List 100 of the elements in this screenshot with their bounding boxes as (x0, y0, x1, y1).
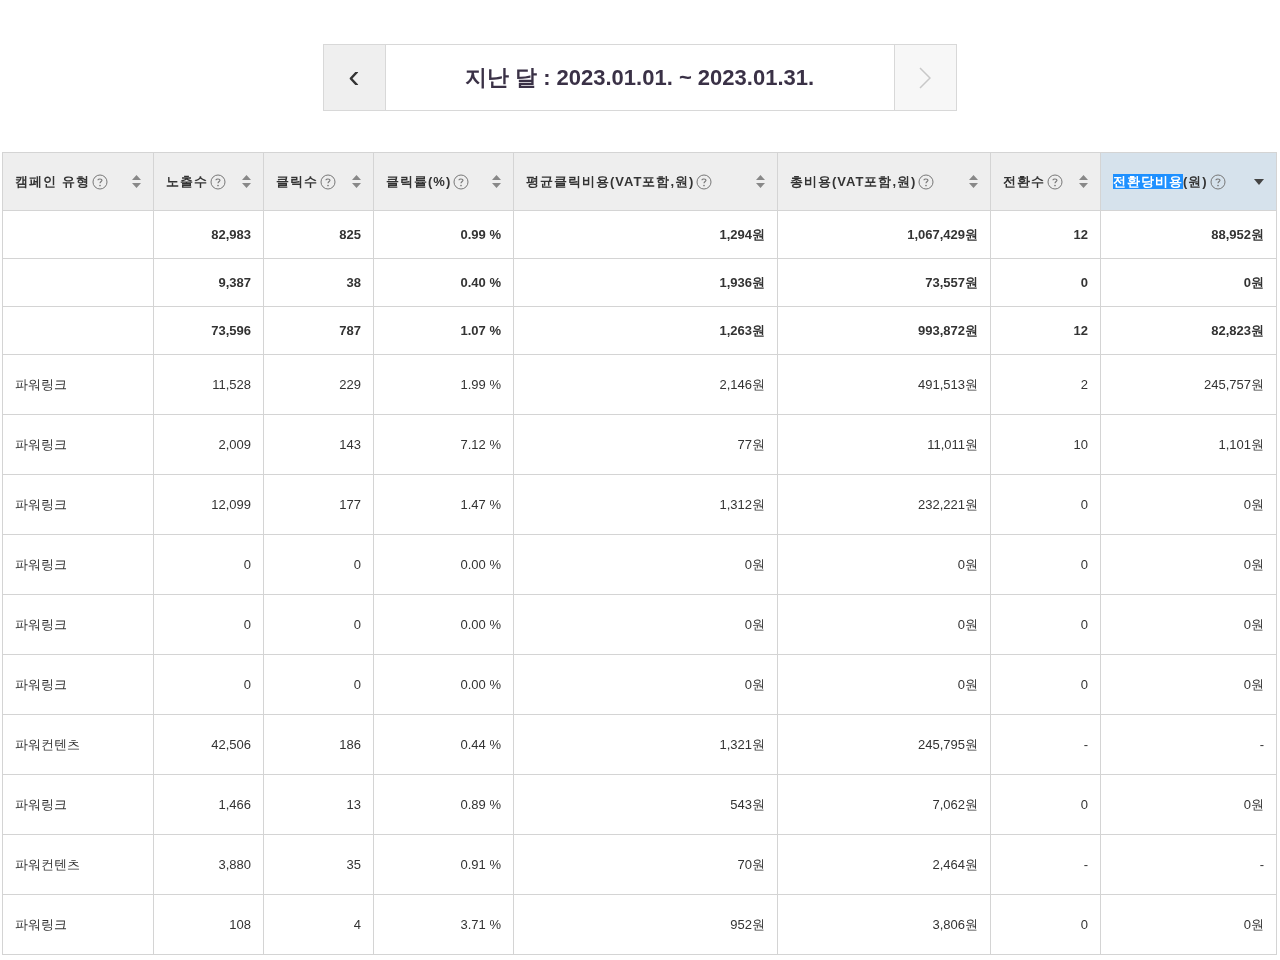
table-cell: 787 (339, 322, 361, 338)
table-cell: 1,312원 (719, 496, 765, 512)
table-cell: 9,387 (218, 274, 251, 290)
table-cell: 0원 (1243, 916, 1264, 932)
table-cell: 88,952원 (1211, 226, 1264, 242)
column-header[interactable]: 평균클릭비용(VAT포함,원) (513, 152, 778, 211)
table-cell: 3,880 (218, 856, 251, 872)
table-cell: 82,823원 (1211, 322, 1264, 338)
help-icon[interactable] (453, 173, 470, 190)
table-cell: 0원 (1243, 676, 1264, 692)
table-cell: 245,757원 (1204, 376, 1264, 392)
column-header[interactable]: 총비용(VAT포함,원) (777, 152, 991, 211)
table-cell: - (1259, 856, 1264, 872)
table-cell: 143 (339, 436, 361, 452)
table-cell: 1,101원 (1218, 436, 1264, 452)
table-cell: 0 (243, 676, 251, 692)
sort-icon[interactable] (242, 175, 251, 188)
table-cell: 73,596 (211, 322, 251, 338)
table-cell: 0 (353, 676, 361, 692)
table-cell: 229 (339, 376, 361, 392)
table-cell: 0원 (744, 676, 765, 692)
table-cell: 0 (243, 556, 251, 572)
help-icon[interactable] (696, 173, 713, 190)
help-icon[interactable] (1047, 173, 1063, 190)
help-icon[interactable] (1209, 173, 1226, 190)
table-cell: 2,146원 (719, 376, 765, 392)
help-icon[interactable] (918, 173, 935, 190)
table-cell: 2,009 (218, 436, 251, 452)
table-cell: 4 (353, 916, 361, 932)
sort-icon[interactable] (492, 175, 501, 188)
table-cell: 1.47 % (460, 496, 501, 512)
table-cell: 파워링크 (15, 796, 67, 812)
help-icon[interactable] (210, 173, 226, 190)
sort-icon[interactable] (756, 175, 765, 188)
table-cell: 13 (346, 796, 361, 812)
table-cell: 7,062원 (932, 796, 978, 812)
sort-icon[interactable] (1079, 175, 1088, 188)
table-cell: 543원 (730, 796, 765, 812)
table-cell: 1,321원 (719, 736, 765, 752)
table-cell: 0 (243, 616, 251, 632)
table-cell: 0 (1080, 796, 1088, 812)
table-cell: 0원 (1243, 274, 1264, 290)
header-label: 캠페인 유형 (15, 172, 90, 191)
header-label: 평균클릭비용(VAT포함,원) (526, 172, 695, 191)
table-cell: 491,513원 (918, 376, 978, 392)
table-cell: - (1083, 856, 1088, 872)
table-cell: 993,872원 (918, 322, 978, 338)
table-cell: 12 (1073, 226, 1088, 242)
table-cell: 파워링크 (15, 916, 67, 932)
table-cell: - (1259, 736, 1264, 752)
table-cell: 1,466 (218, 796, 251, 812)
column-header[interactable]: 전환수 (990, 152, 1101, 211)
table-cell: 1.99 % (460, 376, 501, 392)
column-header[interactable]: 노출수 (153, 152, 264, 211)
column-header[interactable]: 클릭률(%) (373, 152, 514, 211)
table-cell: 파워링크 (15, 496, 67, 512)
table-cell: 1,263원 (719, 322, 765, 338)
table-cell: 0 (1080, 616, 1088, 632)
table-cell: 0 (1080, 916, 1088, 932)
table-cell: 1,936원 (719, 274, 765, 290)
table-cell: 0 (1080, 556, 1088, 572)
table-cell: 11,011원 (927, 436, 978, 452)
table-cell: 42,506 (211, 736, 251, 752)
table-cell: 1,294원 (719, 226, 765, 242)
table-cell: 73,557원 (925, 274, 978, 290)
column-header[interactable]: 클릭수 (263, 152, 374, 211)
previous-button[interactable]: ‹ (323, 45, 386, 110)
table-cell: 0 (353, 556, 361, 572)
sort-icon[interactable] (969, 175, 978, 188)
table-cell: 0원 (744, 616, 765, 632)
table-cell: 3.71 % (460, 916, 501, 932)
table-cell: 0.99 % (460, 226, 501, 242)
table-cell: 38 (346, 274, 361, 290)
table-cell: 1,067,429원 (907, 226, 978, 242)
sort-descending-icon[interactable] (1254, 178, 1264, 185)
header-label: 총비용(VAT포함,원) (790, 172, 917, 191)
table-cell: 0 (1080, 676, 1088, 692)
table-cell: 7.12 % (460, 436, 501, 452)
help-icon[interactable] (91, 173, 108, 190)
table-cell: 245,795원 (918, 736, 978, 752)
table-cell: 35 (346, 856, 361, 872)
sort-icon[interactable] (132, 175, 141, 188)
table-cell: 0.00 % (460, 676, 501, 692)
header-label: 클릭수 (276, 172, 318, 191)
table-cell: 3,806원 (932, 916, 978, 932)
table-cell: 파워컨텐츠 (15, 736, 80, 752)
table-cell: 0.89 % (460, 796, 501, 812)
header-label: 전환당비용(원) (1113, 172, 1208, 191)
table-cell: 108 (229, 916, 251, 932)
table-cell: 0원 (1243, 496, 1264, 512)
table-cell: 82,983 (211, 226, 251, 242)
column-header[interactable]: 전환당비용(원) (1100, 152, 1277, 211)
table-cell: 2,464원 (932, 856, 978, 872)
table-cell: 0원 (957, 616, 978, 632)
table-cell: 2 (1080, 376, 1088, 392)
help-icon[interactable] (320, 173, 336, 190)
sort-icon[interactable] (352, 175, 361, 188)
table-cell: 0 (353, 616, 361, 632)
column-header[interactable]: 캠페인 유형 (2, 152, 154, 211)
table-cell: 0원 (744, 556, 765, 572)
